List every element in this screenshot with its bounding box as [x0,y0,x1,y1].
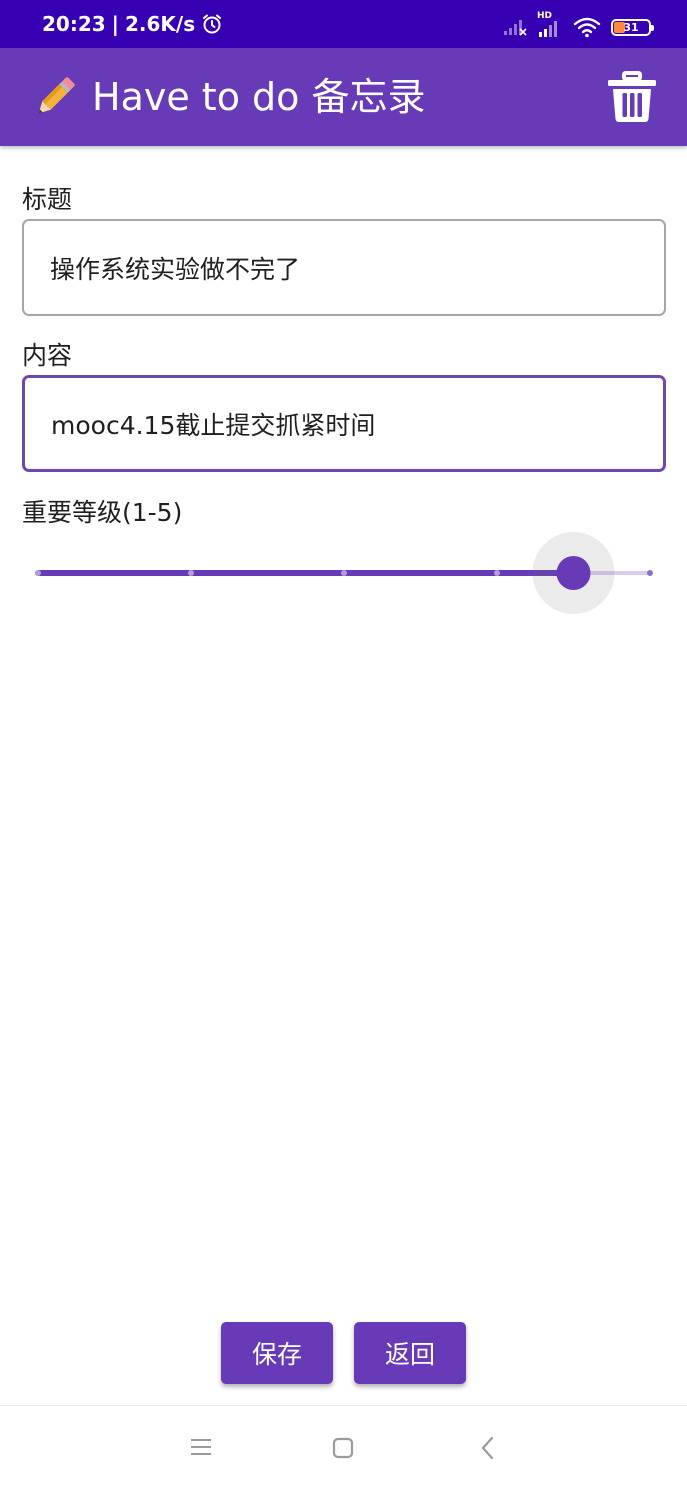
status-separator: | [111,12,119,36]
menu-icon[interactable] [190,1436,212,1458]
content-input[interactable] [51,378,651,469]
navigation-bar [0,1405,687,1489]
battery-percent: 31 [623,20,639,34]
status-net-speed: 2.6K/s [124,12,196,36]
home-icon[interactable] [331,1436,355,1460]
status-right: HD 31 [503,11,654,38]
slider-tick [188,570,194,576]
wifi-icon [573,17,601,38]
slider-tick [647,570,653,576]
signal-icon [504,20,527,36]
title-label: 标题 [22,185,73,214]
importance-slider[interactable] [26,532,662,616]
app-title-wrap: Have to do 备忘录 [30,72,425,122]
hd-signal-icon: HD [537,11,563,38]
content-field[interactable] [22,375,666,472]
slider-graphic [35,532,653,614]
status-bar: 20:23 | 2.6K/s HD 31 [0,0,687,48]
back-icon[interactable] [478,1436,498,1460]
status-left: 20:23 | 2.6K/s [42,13,223,35]
trash-icon [608,71,656,122]
slider-tick [494,570,500,576]
status-time: 20:23 [42,12,106,36]
content-label: 内容 [22,341,73,370]
battery-icon: 31 [611,18,654,36]
app-title: Have to do 备忘录 [92,75,426,119]
title-input[interactable] [50,221,652,314]
title-field[interactable] [22,219,666,316]
app-bar: Have to do 备忘录 [0,48,687,146]
level-label: 重要等级(1-5) [22,498,183,527]
back-button[interactable]: 返回 [354,1322,466,1384]
slider-tick [341,570,347,576]
save-button[interactable]: 保存 [221,1322,333,1384]
slider-tick [35,570,41,576]
delete-button[interactable] [604,70,660,124]
pencil-icon [38,77,75,114]
alarm-icon [203,14,222,34]
slider-thumb[interactable] [556,556,591,590]
